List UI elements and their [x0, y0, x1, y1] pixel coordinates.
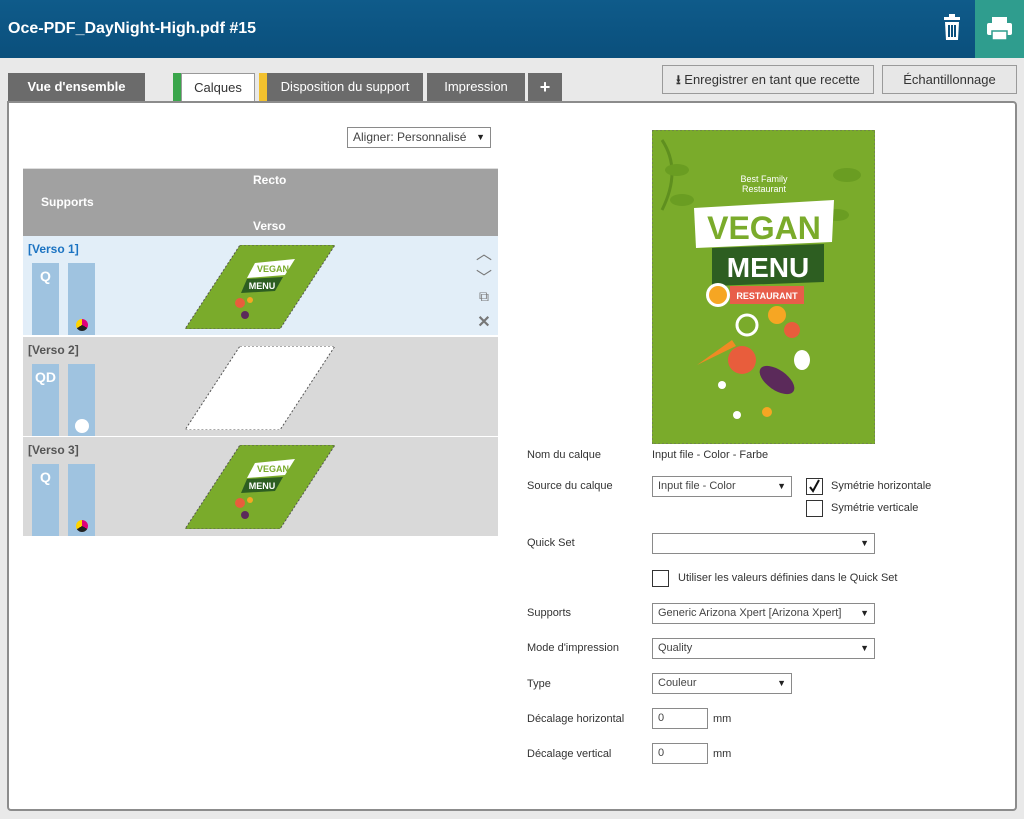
poster-subtitle-2: Restaurant	[742, 184, 787, 194]
poster-vegan: VEGAN	[707, 210, 821, 246]
tab-media-layout[interactable]: Disposition du support	[267, 73, 423, 101]
quickset-label: Quick Set	[527, 537, 575, 549]
layer-name-value: Input file - Color - Farbe	[652, 449, 769, 461]
layer-name-label: Nom du calque	[527, 449, 601, 461]
poster-subtitle-1: Best Family	[740, 174, 788, 184]
svg-text:MENU: MENU	[249, 481, 276, 491]
printer-icon	[987, 17, 1012, 41]
chevron-down-icon: ▼	[777, 481, 786, 491]
poster-menu: MENU	[727, 252, 809, 283]
print-button[interactable]	[975, 0, 1024, 58]
media-label: Supports	[527, 607, 572, 619]
layer-source-label: Source du calque	[527, 480, 613, 492]
cmyk-icon	[76, 319, 88, 331]
sampling-button[interactable]: Échantillonnage	[882, 65, 1017, 94]
table-row[interactable]: [Verso 2] QD	[23, 337, 498, 436]
chevron-down-icon: ▼	[860, 608, 869, 618]
document-title: Oce-PDF_DayNight-High.pdf #15	[8, 20, 257, 37]
row-label: [Verso 2]	[28, 343, 79, 357]
media-value: Generic Arizona Xpert [Arizona Xpert]	[658, 607, 842, 619]
v-offset-label: Décalage vertical	[527, 748, 612, 760]
chevron-down-icon: ▼	[860, 643, 869, 653]
layer-thumbnail: VEGAN MENU	[184, 444, 336, 530]
type-value: Couleur	[658, 677, 697, 689]
media-select[interactable]: Generic Arizona Xpert [Arizona Xpert] ▼	[652, 603, 875, 624]
mirror-horizontal-checkbox[interactable]	[806, 478, 823, 495]
color-channel-column	[68, 364, 95, 436]
v-offset-unit: mm	[713, 748, 732, 760]
checkmark-icon	[809, 479, 820, 493]
row-label: [Verso 1]	[28, 242, 79, 256]
mirror-vertical-checkbox[interactable]	[806, 500, 823, 517]
cmyk-icon	[76, 520, 88, 532]
color-channel-column	[68, 263, 95, 335]
svg-text:MENU: MENU	[249, 281, 276, 291]
type-select[interactable]: Couleur ▼	[652, 673, 792, 694]
verso-header: Verso	[253, 219, 286, 233]
print-mode-badge: QD	[32, 364, 59, 436]
supports-header: Supports	[41, 195, 94, 209]
type-label: Type	[527, 678, 551, 690]
poster-restaurant: RESTAURANT	[736, 291, 798, 301]
chevron-down-icon: ▼	[476, 132, 485, 142]
chevron-down-icon: ▼	[777, 678, 786, 688]
download-icon: ⭳	[676, 72, 681, 87]
row-label: [Verso 3]	[28, 443, 79, 457]
h-offset-unit: mm	[713, 713, 732, 725]
move-up-icon[interactable]: ︿	[474, 240, 494, 264]
white-ink-icon	[75, 419, 89, 433]
align-select[interactable]: Aligner: Personnalisé ▼	[347, 127, 491, 148]
tab-calques-marker	[173, 73, 181, 101]
use-quickset-label: Utiliser les valeurs définies dans le Qu…	[678, 572, 898, 584]
copy-icon[interactable]: ⧉	[474, 288, 494, 305]
svg-text:VEGAN: VEGAN	[257, 264, 289, 274]
layer-source-value: Input file - Color	[658, 480, 736, 492]
layer-source-select[interactable]: Input file - Color ▼	[652, 476, 792, 497]
print-mode-badge: Q	[32, 464, 59, 536]
close-icon[interactable]: ✕	[474, 312, 494, 332]
save-recipe-label: Enregistrer en tant que recette	[684, 72, 860, 87]
add-tab-button[interactable]: +	[528, 73, 562, 101]
tab-calques[interactable]: Calques	[181, 73, 255, 102]
chevron-down-icon: ▼	[860, 538, 869, 548]
layers-table-header: Supports Recto Verso	[23, 168, 498, 236]
v-offset-input[interactable]: 0	[652, 743, 708, 764]
move-down-icon[interactable]: ﹀	[474, 264, 494, 288]
h-offset-label: Décalage horizontal	[527, 713, 625, 725]
h-offset-input[interactable]: 0	[652, 708, 708, 729]
align-value: Aligner: Personnalisé	[353, 130, 467, 144]
mirror-vertical-label: Symétrie verticale	[831, 502, 919, 514]
save-recipe-button[interactable]: ⭳ Enregistrer en tant que recette	[662, 65, 874, 94]
tab-media-marker	[259, 73, 267, 101]
quickset-select[interactable]: ▼	[652, 533, 875, 554]
color-channel-column	[68, 464, 95, 536]
svg-text:VEGAN: VEGAN	[257, 464, 289, 474]
print-mode-value: Quality	[658, 642, 693, 654]
layer-thumbnail	[184, 345, 336, 431]
mirror-horizontal-label: Symétrie horizontale	[831, 480, 932, 492]
table-row[interactable]: [Verso 1] Q VEGAN MENU ︿ ﹀ ⧉ ✕	[23, 236, 498, 335]
print-mode-label: Mode d'impression	[527, 642, 619, 654]
tab-print[interactable]: Impression	[427, 73, 525, 101]
use-quickset-checkbox[interactable]	[652, 570, 669, 587]
layer-thumbnail: VEGAN MENU	[184, 244, 336, 330]
layer-preview: Best Family Restaurant VEGAN MENU RESTAU…	[651, 129, 876, 445]
table-row[interactable]: [Verso 3] Q VEGAN MENU	[23, 437, 498, 536]
tab-overview[interactable]: Vue d'ensemble	[8, 73, 145, 101]
trash-icon[interactable]	[936, 12, 968, 44]
print-mode-select[interactable]: Quality ▼	[652, 638, 875, 659]
print-mode-badge: Q	[32, 263, 59, 335]
recto-header: Recto	[253, 173, 287, 187]
